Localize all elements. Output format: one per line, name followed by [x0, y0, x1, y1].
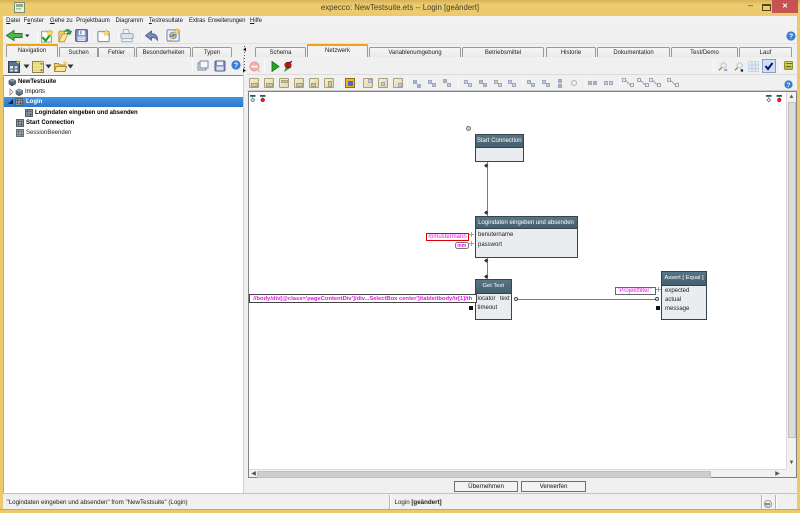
svg-text:?: ? — [787, 82, 791, 89]
svg-text:?: ? — [789, 32, 793, 40]
svg-text:?: ? — [233, 62, 237, 70]
